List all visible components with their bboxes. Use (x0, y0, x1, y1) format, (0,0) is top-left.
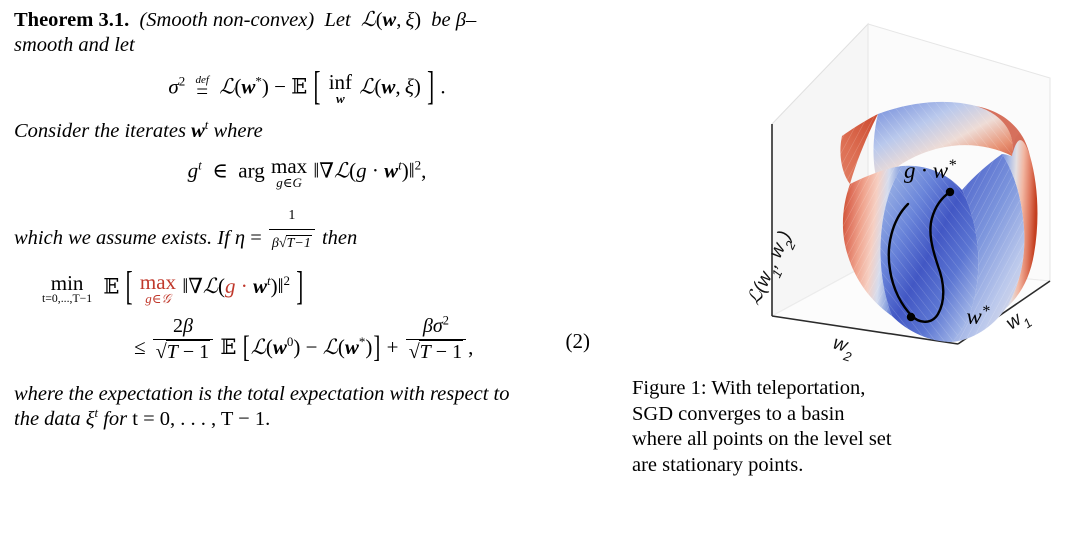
para3-eta: η = (234, 227, 262, 250)
min-operator: min (50, 270, 84, 295)
equation-line-bound: ≤ 2β √T − 1 𝔼 [ℒ(w0) − ℒ(w*)] + βσ2 √T −… (134, 313, 591, 365)
para2-text-a: Consider the iterates (14, 120, 186, 143)
equation-argmax: gt ∈ arg max g∈G ‖∇ℒ(g · wt)‖2, (187, 154, 427, 191)
caption-line-4: are stationary points. (632, 453, 804, 476)
theorem-number: 3.1. (98, 9, 130, 31)
fraction-stepsize: 1 β√T−1 (268, 203, 315, 256)
caption-line-2: SGD converges to a basin (632, 402, 845, 425)
point-g-w-star (945, 187, 955, 197)
equation-sigma-definition: σ2 def = ℒ(w*) − 𝔼 [ inf w ℒ(w, ξ) ] . (168, 63, 446, 109)
max-operator: max (139, 270, 177, 295)
theorem-statement-line-1: Theorem 3.1. (Smooth non-convex) Let ℒ(w… (14, 8, 600, 33)
paragraph-expectation-note: where the expectation is the total expec… (14, 382, 600, 432)
right-figure-column: g · w* w* ℒ(w1, w2) w2 w1 Figure 1: With… (612, 0, 1080, 548)
theorem-line1-math: ℒ(w, ξ) (360, 9, 422, 31)
fraction-betasigma: βσ2 √T − 1 (405, 314, 467, 364)
caption-line-3: where all points on the level set (632, 428, 892, 450)
figure-1-plot: g · w* w* ℒ(w1, w2) w2 w1 (620, 6, 1066, 374)
min-subscript: t=0,...,T−1 (42, 291, 93, 305)
para4-math: ξt (85, 406, 99, 431)
gradient-norm-term: ‖∇ℒ(g · wt)‖2 (182, 273, 291, 299)
caption-line-1: Figure 1: With teleportation, (632, 377, 866, 399)
theorem-line1-text: Let (324, 9, 351, 31)
equation-number: (2) (565, 329, 591, 354)
paper-page: Theorem 3.1. (Smooth non-convex) Let ℒ(w… (0, 0, 1080, 548)
point-w-star (906, 312, 916, 322)
paragraph-iterates: Consider the iterates wt where (14, 119, 600, 144)
para3-text-a: which we assume exists. If (14, 227, 230, 250)
expectation-symbol-2: 𝔼 (220, 335, 237, 360)
theorem-qualifier: (Smooth non-convex) (139, 9, 315, 31)
para3-text-b: then (321, 227, 358, 250)
para4-range: t = 0, . . . , T − 1. (132, 408, 271, 431)
para4-line-1: where the expectation is the total expec… (14, 383, 510, 406)
expectation-symbol: 𝔼 (103, 274, 120, 299)
para4-text-b: for (103, 408, 128, 431)
left-text-column: Theorem 3.1. (Smooth non-convex) Let ℒ(w… (0, 0, 612, 548)
equation-comma: , (468, 335, 474, 360)
max-subscript: g∈𝒢 (145, 291, 171, 307)
equation-main-bound: min t=0,...,T−1 𝔼 [ max g∈𝒢 ‖∇ℒ(g · wt)‖… (14, 263, 600, 365)
figure-caption: Figure 1: With teleportation, SGD conver… (620, 376, 1066, 478)
less-equal-sign: ≤ (134, 335, 146, 360)
para2-text-b: where (213, 120, 263, 143)
para2-math: wt (191, 118, 209, 143)
fraction-2beta: 2β √T − 1 (152, 315, 214, 364)
theorem-label: Theorem (14, 9, 94, 31)
theorem-statement-line-2: smooth and let (14, 34, 135, 56)
fraction-betasigma-den: √T − 1 (408, 340, 464, 364)
fraction-2beta-num: 2β (152, 315, 214, 341)
equation-line-min: min t=0,...,T−1 𝔼 [ max g∈𝒢 ‖∇ℒ(g · wt)‖… (42, 263, 304, 309)
loss-difference-term: ℒ(w0) − ℒ(w*) (250, 334, 373, 360)
fraction-denominator: β√T−1 (271, 235, 312, 252)
fraction-2beta-den: √T − 1 (155, 340, 211, 364)
surface-plot-svg: g · w* w* ℒ(w1, w2) w2 w1 (743, 22, 1052, 365)
fraction-numerator: 1 (268, 203, 315, 231)
paragraph-stepsize: which we assume exists. If η = 1 β√T−1 t… (14, 203, 600, 256)
fraction-betasigma-num: βσ2 (405, 314, 467, 341)
theorem-line1-tail: be β– (431, 9, 477, 31)
axis-label-x: w2 (829, 333, 858, 365)
para4-text-a: the data (14, 408, 81, 431)
para4-line-2: the data ξt for t = 0, . . . , T − 1. (14, 407, 600, 432)
